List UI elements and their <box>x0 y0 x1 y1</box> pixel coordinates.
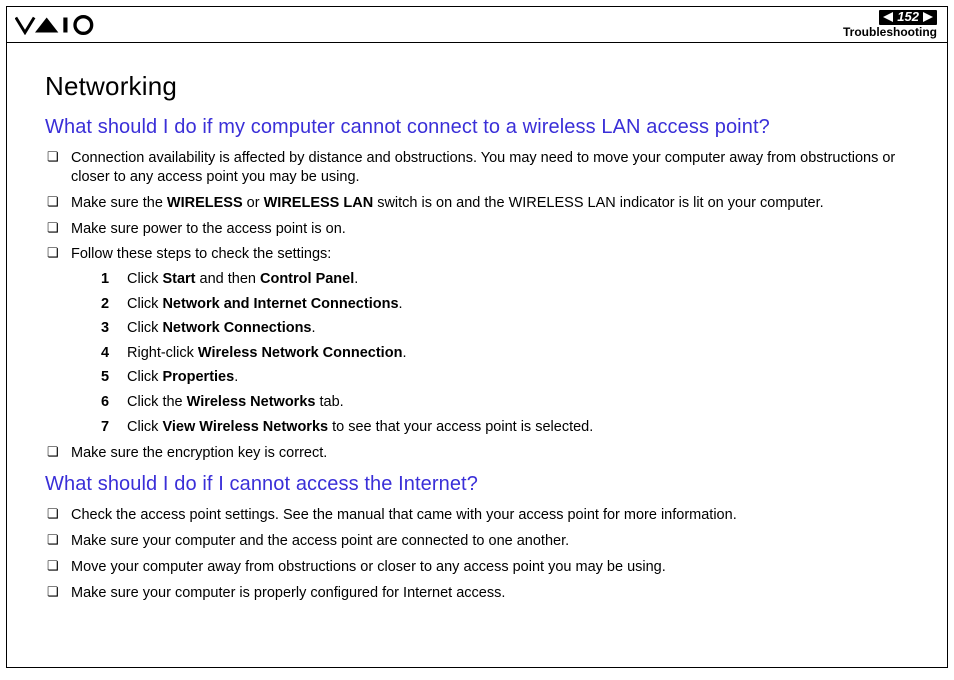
list-item: Make sure your computer is properly conf… <box>45 584 909 603</box>
step-item: Right-click Wireless Network Connection. <box>101 344 909 364</box>
header-bar: 152 Troubleshooting <box>7 7 947 43</box>
vaio-logo <box>15 11 115 39</box>
next-page-arrow-icon[interactable] <box>923 12 933 22</box>
step-item: Click the Wireless Networks tab. <box>101 393 909 413</box>
page-number: 152 <box>897 10 919 24</box>
step-item: Click View Wireless Networks to see that… <box>101 418 909 438</box>
section-label: Troubleshooting <box>843 26 937 39</box>
page-content: Networking What should I do if my comput… <box>7 43 947 619</box>
q1-bullet-list: Connection availability is affected by d… <box>45 149 909 463</box>
page-title: Networking <box>45 71 909 102</box>
q2-section: What should I do if I cannot access the … <box>45 473 909 602</box>
step-item: Click Network Connections. <box>101 319 909 339</box>
step-item: Click Properties. <box>101 368 909 388</box>
list-item: Make sure the WIRELESS or WIRELESS LAN s… <box>45 194 909 213</box>
list-item: Follow these steps to check the settings… <box>45 245 909 437</box>
list-item: Make sure power to the access point is o… <box>45 220 909 239</box>
prev-page-arrow-icon[interactable] <box>883 12 893 22</box>
vaio-logo-svg <box>15 15 115 35</box>
q2-bullet-list: Check the access point settings. See the… <box>45 506 909 602</box>
q1-steps: Click Start and then Control Panel. Clic… <box>71 270 909 437</box>
page-number-box: 152 <box>879 10 937 24</box>
list-item: Move your computer away from obstruction… <box>45 558 909 577</box>
list-item: Make sure your computer and the access p… <box>45 532 909 551</box>
page-nav: 152 Troubleshooting <box>843 10 937 38</box>
step-item: Click Start and then Control Panel. <box>101 270 909 290</box>
question-1-heading: What should I do if my computer cannot c… <box>45 116 909 139</box>
step-item: Click Network and Internet Connections. <box>101 295 909 315</box>
list-item: Make sure the encryption key is correct. <box>45 444 909 463</box>
document-page: 152 Troubleshooting Networking What shou… <box>6 6 948 668</box>
question-2-heading: What should I do if I cannot access the … <box>45 473 909 496</box>
list-item: Connection availability is affected by d… <box>45 149 909 187</box>
list-item: Check the access point settings. See the… <box>45 506 909 525</box>
